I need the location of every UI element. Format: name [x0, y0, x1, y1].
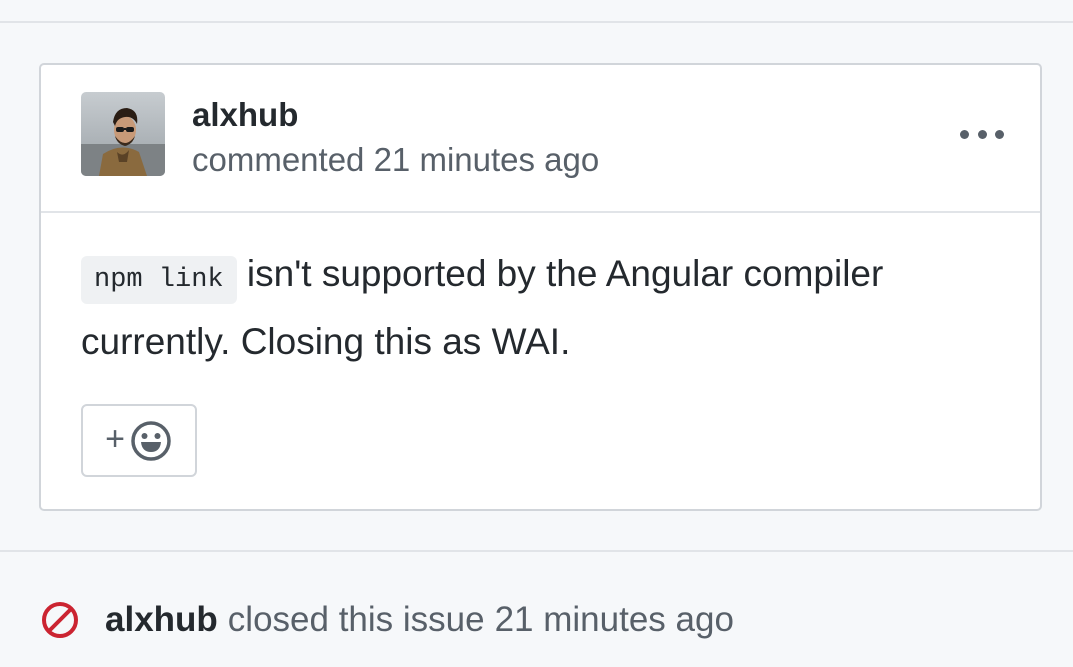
timeline-divider-top [0, 21, 1073, 23]
more-dot [995, 129, 1004, 139]
comment-author[interactable]: alxhub [192, 96, 298, 134]
event-text: closed this issue [227, 600, 485, 639]
avatar[interactable] [81, 92, 165, 176]
issue-comment: alxhub commented 21 minutes ago npm link… [39, 63, 1042, 511]
event-author[interactable]: alxhub [105, 600, 218, 640]
event-timestamp[interactable]: 21 minutes ago [495, 600, 734, 640]
closed-circle-slash-icon [42, 602, 78, 638]
inline-code: npm link [81, 256, 237, 304]
more-dot [977, 129, 987, 139]
plus-label: + [105, 419, 125, 458]
more-dot [960, 129, 969, 139]
kebab-more-icon[interactable] [960, 121, 1004, 147]
add-reaction-button[interactable]: + [81, 404, 197, 477]
comment-body: npm link isn't supported by the Angular … [81, 243, 1001, 372]
smiley-icon [131, 420, 171, 461]
comment-header: alxhub commented 21 minutes ago [41, 65, 1040, 213]
timeline-divider-bottom [0, 550, 1073, 552]
comment-timestamp[interactable]: commented 21 minutes ago [192, 141, 599, 179]
user-avatar-photo [81, 92, 165, 176]
issue-closed-event: alxhub closed this issue 21 minutes ago [40, 597, 734, 643]
